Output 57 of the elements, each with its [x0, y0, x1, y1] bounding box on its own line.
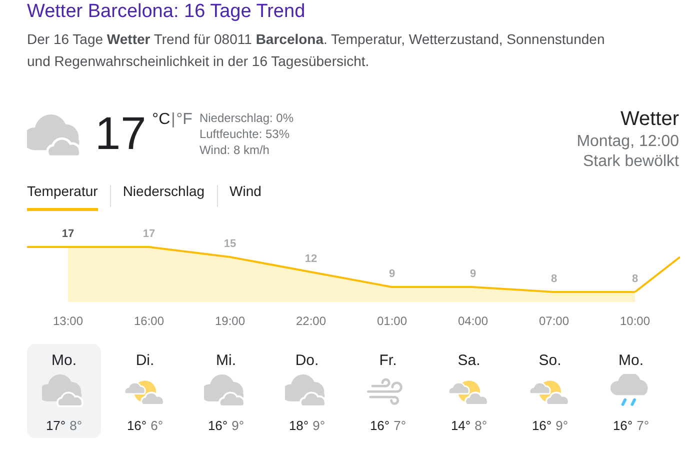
low-temperature: 6° [150, 418, 164, 434]
low-temperature: 9° [556, 418, 568, 434]
high-temperature: 14° [450, 418, 471, 434]
day-name: Do. [295, 352, 319, 370]
data-label: 17 [142, 228, 156, 240]
time-label: 22:00 [296, 314, 326, 328]
description: Der 16 Tage Wetter Trend für 08011 Barcelona. Temperatur, Wetterzustand, Sonnenstunden und Regenwahrscheinlichkeit in der 16 Tagesübersicht. [27, 30, 606, 71]
data-label: 8 [632, 273, 638, 285]
day-name: Sa. [458, 352, 480, 370]
current-time: Montag, 12:00 [576, 132, 679, 152]
page-title[interactable]: Wetter Barcelona: 16 Tage Trend [27, 0, 670, 24]
time-label: 13:00 [52, 314, 84, 328]
time-label: 04:00 [458, 314, 488, 328]
celsius-unit[interactable]: °C [152, 111, 170, 129]
high-temperature: 16° [532, 418, 552, 434]
time-label: 01:00 [376, 314, 408, 328]
data-label: 9 [470, 268, 476, 280]
low-temperature: 9° [232, 418, 244, 434]
current-temperature: 17 [95, 110, 146, 161]
data-label: 12 [304, 253, 318, 265]
current-condition: Stark bewölkt [582, 152, 679, 172]
weather-detail: Wind: 8 km/h [199, 142, 270, 158]
day-name: Mi. [216, 352, 236, 370]
weather-detail: Luftfeuchte: 53% [199, 126, 291, 142]
low-temperature: 7° [636, 418, 650, 434]
weather-detail: Niederschlag: 0% [199, 110, 294, 126]
high-temperature: 16° [612, 418, 633, 434]
data-label: 15 [224, 238, 236, 250]
time-label: 19:00 [214, 314, 246, 328]
weather-heading: Wetter [620, 107, 679, 132]
day-name: Mo. [618, 352, 644, 370]
time-label: 10:00 [620, 314, 650, 328]
chart-tab[interactable]: Niederschlag [122, 180, 205, 211]
high-temperature: 18° [288, 418, 309, 434]
high-temperature: 16° [370, 418, 390, 434]
low-temperature: 9° [312, 418, 326, 434]
high-temperature: 17° [46, 418, 66, 434]
data-label: 17 [62, 228, 74, 240]
day-name: Di. [136, 352, 154, 370]
high-temperature: 16° [208, 418, 228, 434]
day-name: Mo. [51, 352, 76, 370]
day-name: So. [538, 352, 562, 370]
time-label: 16:00 [134, 314, 164, 328]
high-temperature: 16° [126, 418, 147, 434]
cloud-icon [42, 374, 86, 410]
day-name: Fr. [379, 352, 397, 370]
time-label: 07:00 [538, 314, 570, 328]
day-forecast[interactable]: Mo. 17° 8° [27, 344, 101, 438]
chart-tab[interactable]: Wind [230, 180, 262, 211]
low-temperature: 8° [70, 418, 82, 434]
unit-separator: | [170, 111, 176, 129]
data-label: 9 [388, 268, 396, 280]
low-temperature: 8° [474, 418, 488, 434]
low-temperature: 7° [394, 418, 406, 434]
fahrenheit-unit[interactable]: °F [176, 111, 192, 129]
chart-tab[interactable]: Temperatur [27, 180, 98, 211]
data-label: 8 [550, 273, 558, 285]
